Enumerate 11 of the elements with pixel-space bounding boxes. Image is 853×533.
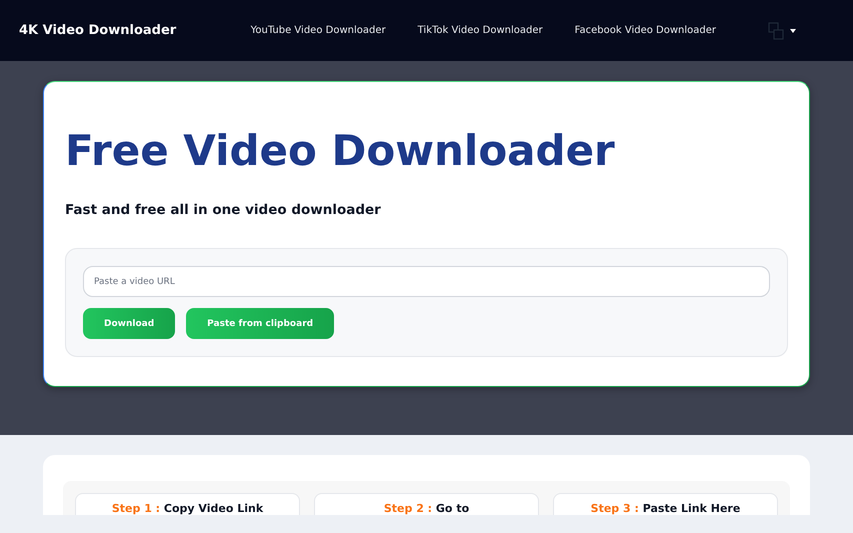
nav-link[interactable]: Facebook Video Downloader bbox=[574, 25, 716, 36]
page-subtitle: Fast and free all in one video downloader bbox=[65, 202, 382, 218]
caret-icon[interactable] bbox=[790, 28, 796, 32]
url-input-field[interactable]: Paste a video URL bbox=[83, 266, 770, 298]
nav-link[interactable]: YouTube Video Downloader bbox=[250, 25, 386, 36]
nav-link[interactable]: TikTok Video Downloader bbox=[418, 25, 543, 36]
step-heading: Step 1 : Copy Video Link bbox=[112, 502, 264, 516]
step-heading: Step 2 : Go to bbox=[384, 502, 470, 516]
page-title: Free Video Downloader bbox=[65, 126, 616, 176]
step-heading: Step 3 : Paste Link Here bbox=[590, 502, 740, 516]
brand-title[interactable]: 4K Video Downloader bbox=[19, 23, 251, 38]
